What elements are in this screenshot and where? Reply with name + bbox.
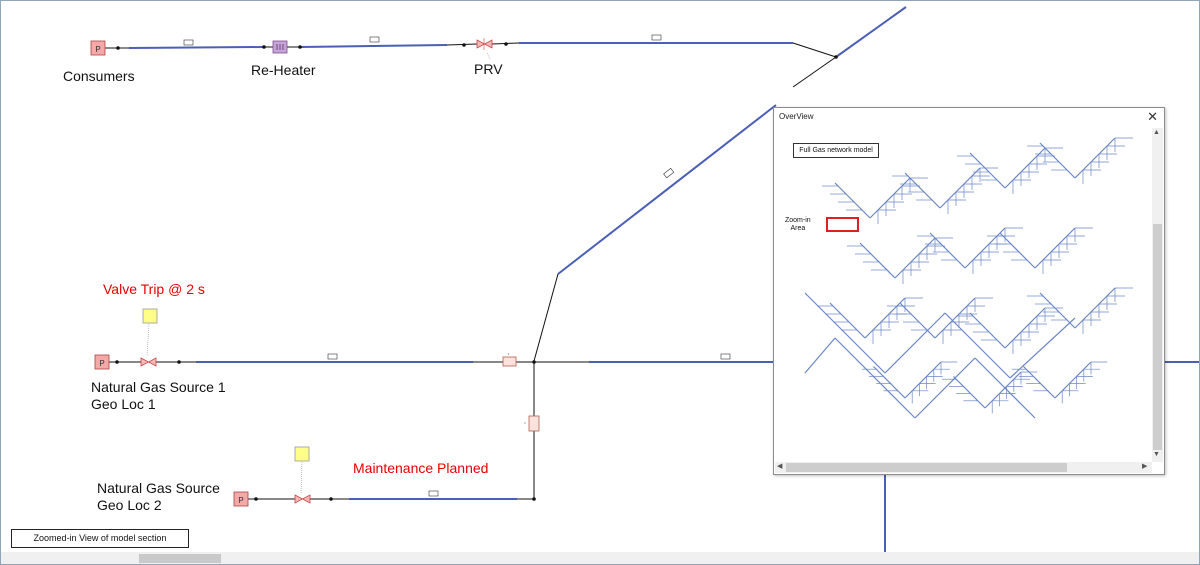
overview-horizontal-scrollbar[interactable]: ◀ ▶	[775, 462, 1152, 473]
connector-prv-left	[446, 43, 478, 46]
overview-pipe	[904, 361, 942, 399]
overview-pipe	[984, 371, 1022, 409]
zoom-area-label: Zoom-in Area	[785, 217, 811, 233]
full-model-label: Full Gas network model	[793, 143, 879, 158]
overview-pipe	[899, 302, 936, 339]
mixer-tick	[507, 352, 510, 356]
overview-network-graphic	[804, 137, 1133, 419]
pipe-consumers-reheater[interactable]	[128, 46, 264, 49]
overview-pipe	[1034, 227, 1076, 269]
overview-pipe	[999, 232, 1036, 269]
overview-pipe	[934, 297, 976, 339]
overview-pipe	[804, 337, 836, 374]
view-caption: Zoomed-in View of model section	[11, 529, 189, 548]
maintenance-label: Maintenance Planned	[353, 460, 489, 476]
source2-label-line1: Natural Gas Source	[97, 480, 220, 496]
vertical-component[interactable]	[528, 415, 540, 432]
overview-titlebar[interactable]: OverView ✕	[774, 108, 1164, 127]
pipe-north-diagonal[interactable]	[835, 6, 907, 58]
svg-text:P: P	[95, 45, 100, 54]
scroll-right-icon[interactable]: ▶	[1142, 462, 1147, 470]
overview-pipe	[1074, 287, 1116, 329]
overview-pipe	[864, 297, 906, 339]
overview-pipe	[834, 337, 916, 419]
overview-window[interactable]: OverView ✕ Full Gas network model Zoom-i…	[773, 107, 1165, 475]
overview-pipe	[873, 366, 906, 399]
close-icon[interactable]: ✕	[1147, 109, 1158, 125]
connector-main-diagonal-bottom	[533, 273, 559, 362]
overview-pipe	[944, 312, 1011, 379]
overview-title: OverView	[779, 112, 814, 121]
connector-junction-top	[792, 42, 837, 58]
zoom-area-label-line1: Zoom-in	[785, 217, 811, 224]
maintenance-controller[interactable]	[294, 446, 310, 462]
source2-node[interactable]: P	[233, 491, 249, 507]
overview-map[interactable]: Full Gas network model Zoom-in Area	[775, 128, 1151, 462]
overview-pipe	[914, 357, 976, 419]
valve2-control-link	[300, 461, 303, 494]
overview-pipe	[1009, 317, 1076, 379]
svg-text:P: P	[99, 359, 104, 368]
pipe-main-diagonal[interactable]	[557, 104, 777, 275]
overview-pipe	[974, 357, 1036, 419]
overview-pipe	[1074, 137, 1116, 179]
source2-label-line2: Geo Loc 2	[97, 497, 162, 513]
source1-label-line2: Geo Loc 1	[91, 396, 156, 412]
overview-pipe	[953, 376, 986, 409]
reheater-label: Re-Heater	[251, 62, 316, 78]
overview-pipe	[834, 182, 871, 219]
source2-label: Natural Gas Source Geo Loc 2	[97, 480, 220, 514]
pipe-markers	[183, 34, 731, 497]
overview-pipe	[964, 227, 1006, 269]
overview-pipe	[829, 302, 866, 339]
overview-pipe	[939, 167, 981, 209]
overview-vertical-scrollbar[interactable]: ▲ ▼	[1152, 128, 1163, 462]
horizontal-scrollbar-thumb[interactable]	[139, 554, 221, 563]
prv-label: PRV	[474, 61, 503, 77]
model-canvas-window[interactable]: P P P Consumers Re-Heater PRV Valve Trip…	[0, 0, 1200, 565]
source1-node[interactable]: P	[94, 354, 110, 370]
overview-pipe	[859, 242, 896, 279]
overview-pipe	[1023, 366, 1056, 399]
source1-valve-icon[interactable]	[140, 357, 157, 367]
mixer-element[interactable]	[502, 356, 517, 367]
consumers-label: Consumers	[63, 68, 135, 84]
overview-vertical-thumb[interactable]	[1153, 224, 1162, 450]
overview-pipe	[1004, 307, 1046, 349]
horizontal-scrollbar[interactable]	[1, 552, 1199, 564]
pipe-reheater-prv[interactable]	[300, 44, 448, 48]
overview-horizontal-thumb[interactable]	[786, 463, 1067, 472]
scroll-left-icon[interactable]: ◀	[777, 462, 782, 470]
overview-pipe	[1054, 361, 1092, 399]
prv-indicator	[486, 52, 491, 60]
scroll-up-icon[interactable]: ▲	[1153, 129, 1160, 136]
prv-valve-icon[interactable]	[476, 38, 493, 50]
source2-valve-icon[interactable]	[294, 494, 311, 504]
consumers-node[interactable]: P	[90, 40, 106, 56]
scroll-down-icon[interactable]: ▼	[1153, 451, 1160, 458]
source1-label: Natural Gas Source 1 Geo Loc 1	[91, 379, 226, 413]
reheater-node[interactable]	[272, 40, 288, 54]
source1-label-line1: Natural Gas Source 1	[91, 379, 226, 395]
pipe-north-diagonal-connector	[792, 56, 837, 88]
svg-text:P: P	[238, 496, 243, 505]
valve-trip-controller[interactable]	[142, 308, 158, 324]
zoom-area-highlight[interactable]	[826, 217, 859, 232]
overview-pipe	[969, 152, 1006, 189]
junction-dots	[115, 42, 838, 501]
valve-trip-label: Valve Trip @ 2 s	[103, 281, 205, 297]
valve1-control-link	[146, 323, 150, 357]
zoom-area-label-line2: Area	[790, 225, 806, 232]
